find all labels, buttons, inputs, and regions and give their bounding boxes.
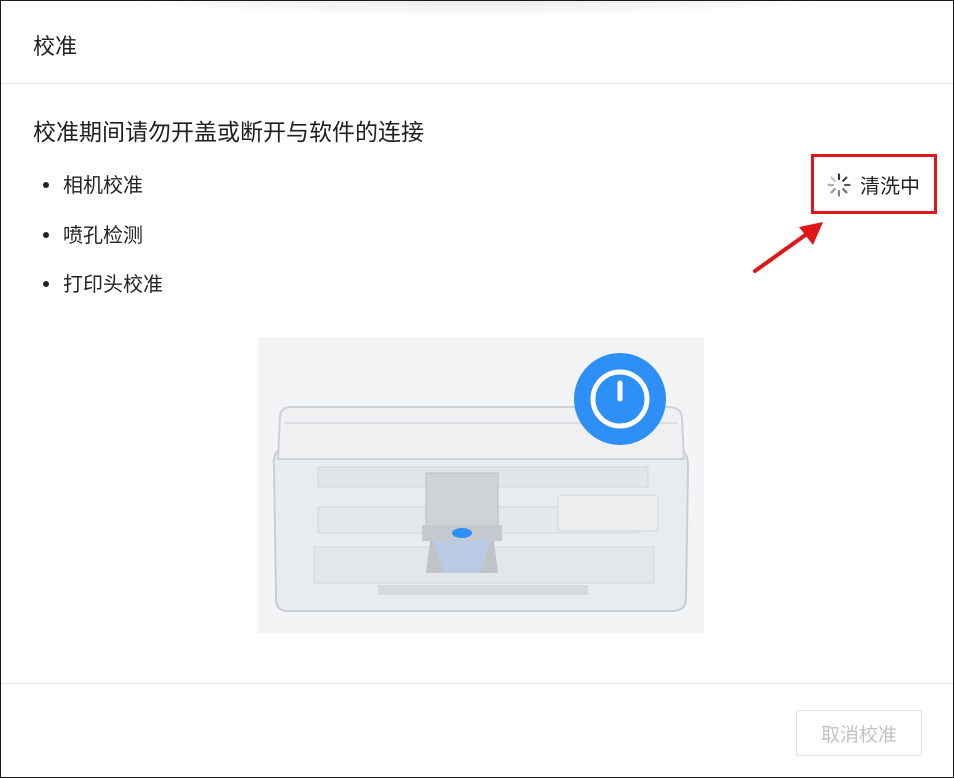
loading-spinner-icon	[827, 173, 851, 197]
red-arrow-annotation	[753, 222, 823, 273]
calibration-dialog: 校准 校准期间请勿开盖或断开与软件的连接 相机校准 喷孔检测 打印头校准 清洗中…	[0, 0, 954, 778]
cancel-calibration-button[interactable]: 取消校准	[796, 710, 922, 756]
step-label: 打印头校准	[63, 272, 163, 296]
step-item-printhead-calibration: 打印头校准	[41, 270, 163, 320]
step-label: 喷孔检测	[63, 222, 143, 247]
status-label: 清洗中	[860, 174, 920, 198]
calibration-steps-list: 相机校准 喷孔检测 打印头校准	[41, 171, 163, 320]
step-item-camera-calibration: 相机校准	[41, 171, 163, 221]
dialog-header: 校准	[1, 1, 953, 84]
bullet-icon	[43, 281, 49, 287]
bullet-icon	[43, 231, 49, 238]
step-label: 相机校准	[63, 173, 143, 197]
calibration-warning: 校准期间请勿开盖或断开与软件的连接	[33, 120, 424, 146]
step-item-nozzle-check: 喷孔检测	[41, 221, 163, 271]
cleaning-status-highlight: 清洗中	[811, 154, 937, 214]
dialog-footer: 取消校准	[1, 683, 953, 777]
bullet-icon	[43, 182, 49, 188]
printer-illustration	[258, 337, 704, 633]
dialog-title: 校准	[33, 35, 78, 60]
